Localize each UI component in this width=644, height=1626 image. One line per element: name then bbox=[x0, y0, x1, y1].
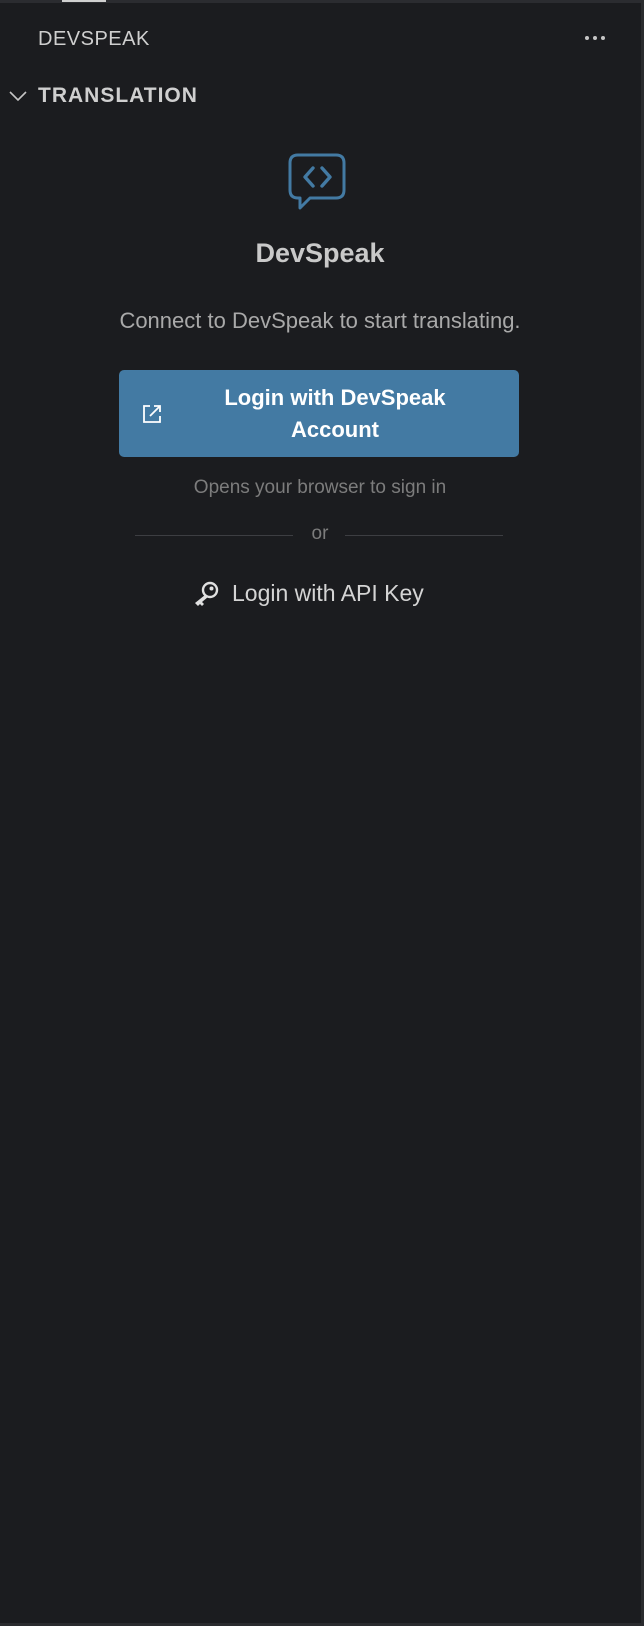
browser-sign-in-hint: Opens your browser to sign in bbox=[193, 477, 447, 498]
code-chat-bubble-icon bbox=[288, 152, 348, 216]
divider-or: or bbox=[311, 523, 329, 544]
login-with-account-label: Login with DevSpeak Account bbox=[224, 385, 446, 442]
ellipsis-icon[interactable] bbox=[582, 26, 608, 50]
active-tab-indicator bbox=[62, 0, 106, 2]
divider-right bbox=[345, 535, 503, 536]
panel-header: DEVSPEAK bbox=[0, 20, 644, 56]
section-header-translation[interactable]: TRANSLATION bbox=[0, 78, 644, 114]
login-with-api-key-link[interactable]: Login with API Key bbox=[190, 576, 460, 612]
brand-name: DevSpeak bbox=[255, 238, 385, 268]
divider-left bbox=[135, 535, 293, 536]
section-title: TRANSLATION bbox=[38, 84, 198, 107]
key-icon bbox=[192, 581, 220, 607]
connect-prompt: Connect to DevSpeak to start translating… bbox=[119, 308, 521, 333]
panel-title: DEVSPEAK bbox=[38, 28, 150, 50]
login-with-api-key-label: Login with API Key bbox=[232, 580, 424, 606]
chevron-down-icon bbox=[8, 86, 28, 106]
external-link-icon bbox=[141, 403, 163, 425]
login-with-account-button[interactable]: Login with DevSpeak Account bbox=[119, 370, 519, 457]
